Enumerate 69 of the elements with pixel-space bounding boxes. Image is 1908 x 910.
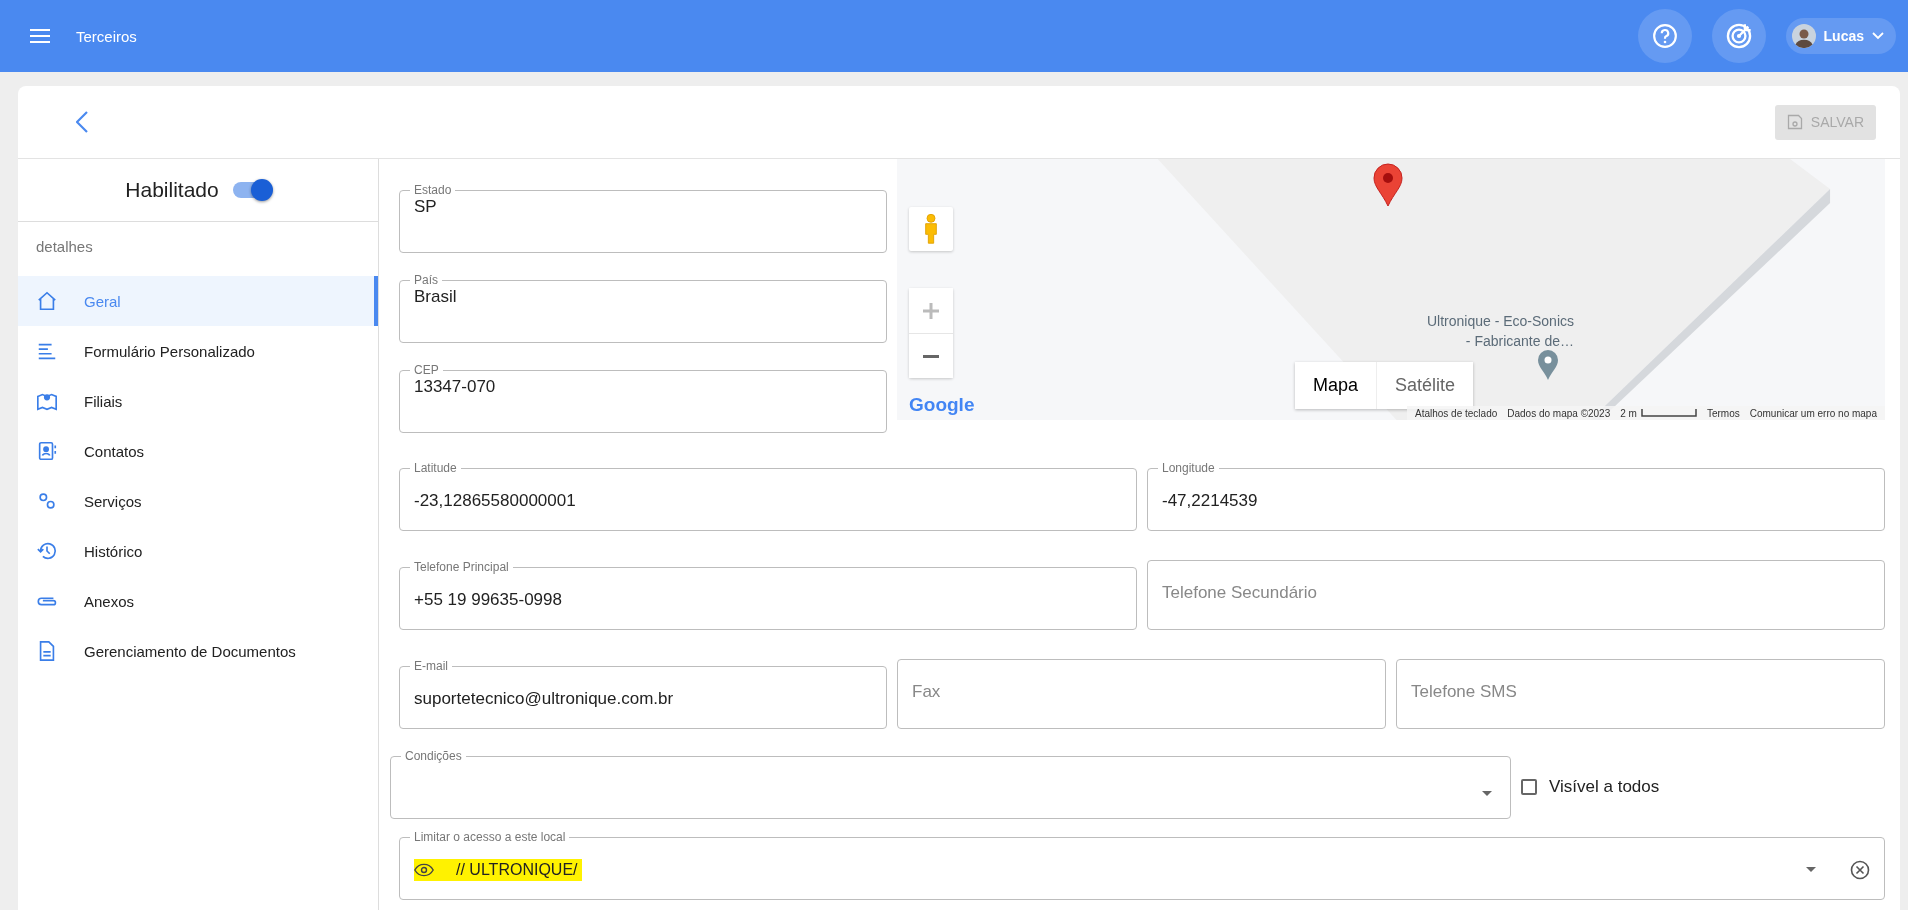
sidebar-item[interactable]: Serviços: [18, 476, 378, 526]
sidebar-item[interactable]: Contatos: [18, 426, 378, 476]
map-attribution[interactable]: Atalhos de teclado: [1414, 407, 1498, 419]
menu-icon[interactable]: [30, 29, 50, 43]
text-field[interactable]: Telefone Principal +55 19 99635-0998: [399, 560, 1137, 630]
avatar-icon: [1791, 24, 1816, 48]
app-title: Terceiros: [76, 27, 137, 45]
map-attribution: 2 m: [1620, 407, 1697, 419]
text-field[interactable]: Telefone SMS: [1396, 659, 1885, 729]
home-icon: [36, 290, 58, 312]
access-value: // ULTRONIQUE/: [456, 860, 578, 879]
text-field[interactable]: Latitude -23,12865580000001: [399, 461, 1137, 531]
clear-icon[interactable]: [1850, 859, 1870, 880]
field-label: Condições: [404, 749, 463, 763]
field-label: Latitude: [413, 461, 458, 475]
gears-icon: [36, 490, 58, 512]
text-field[interactable]: Longitude -47,2214539: [1147, 461, 1885, 531]
map-view[interactable]: Ultronique - Eco-Sonics - Fabricante de… Mapa Satélite Google Atalhos de teclado Dados do mapa ©2023 2 m Termos Comunicar um erro no mapa: [897, 159, 1885, 420]
history-icon: [36, 540, 58, 562]
plus-icon: [921, 300, 941, 321]
field-label: Longitude: [1161, 461, 1216, 475]
location-pin-icon: [1373, 163, 1403, 207]
text-field[interactable]: E-mail suportetecnico@ultronique.com.br: [399, 659, 887, 729]
text-field[interactable]: Fax: [897, 659, 1386, 729]
field-label: Telefone Principal: [413, 560, 510, 574]
field-label: Limitar o acesso a este local: [413, 830, 567, 844]
map-attribution[interactable]: Comunicar um erro no mapa: [1749, 407, 1877, 419]
place-label: Ultronique - Eco-Sonics: [1426, 312, 1574, 331]
map-logo: Google: [909, 395, 975, 415]
contact-card-icon: [36, 440, 58, 462]
minus-icon: [923, 354, 939, 358]
status-switch[interactable]: [232, 182, 271, 198]
save-icon: [1786, 114, 1803, 130]
target-icon: [1724, 22, 1753, 50]
sidebar-item[interactable]: Anexos: [18, 576, 378, 626]
sidebar-item[interactable]: Filiais: [18, 376, 378, 426]
eye-icon: [414, 862, 434, 877]
status-label: Habilitado: [125, 178, 219, 202]
field-label: País: [413, 273, 439, 287]
visible-checkbox[interactable]: Visível a todos: [1521, 777, 1660, 797]
help-button[interactable]: [1637, 9, 1692, 63]
text-field[interactable]: CEP 13347-070: [399, 363, 887, 433]
map-type-tab[interactable]: Satélite: [1376, 362, 1474, 409]
map-attribution[interactable]: Termos: [1706, 407, 1740, 419]
text-field[interactable]: Estado SP: [399, 183, 887, 253]
access-select[interactable]: Limitar o acesso a este local // ULTRONIQUE/: [399, 830, 1885, 900]
text-field[interactable]: País Brasil: [399, 273, 887, 343]
zoom-out-button[interactable]: [909, 333, 953, 378]
field-label: CEP: [413, 363, 440, 377]
sidebar-item[interactable]: Gerenciamento de Documentos: [18, 626, 378, 676]
text-field[interactable]: Telefone Secundário: [1147, 560, 1885, 630]
place-label: - Fabricante de…: [1465, 332, 1574, 351]
target-button[interactable]: [1711, 9, 1766, 63]
place-pin-icon: [1537, 349, 1559, 381]
chevron-down-icon: [1872, 32, 1884, 40]
field-label: E-mail: [413, 659, 449, 673]
conditions-select[interactable]: Condições: [390, 749, 1511, 819]
section-heading: detalhes: [35, 237, 94, 257]
sidebar-item[interactable]: Histórico: [18, 526, 378, 576]
field-label: Estado: [413, 183, 453, 197]
dropdown-caret-icon[interactable]: [1482, 791, 1492, 796]
help-icon: [1651, 23, 1678, 49]
dropdown-caret-icon[interactable]: [1806, 867, 1816, 872]
person-icon: [922, 213, 940, 245]
sidebar-item[interactable]: Formulário Personalizado: [18, 326, 378, 376]
street-view-button[interactable]: [909, 207, 953, 251]
map-attribution[interactable]: Dados do mapa ©2023: [1507, 407, 1611, 419]
map-type-tab[interactable]: Mapa: [1295, 362, 1377, 409]
back-icon[interactable]: [76, 111, 88, 133]
